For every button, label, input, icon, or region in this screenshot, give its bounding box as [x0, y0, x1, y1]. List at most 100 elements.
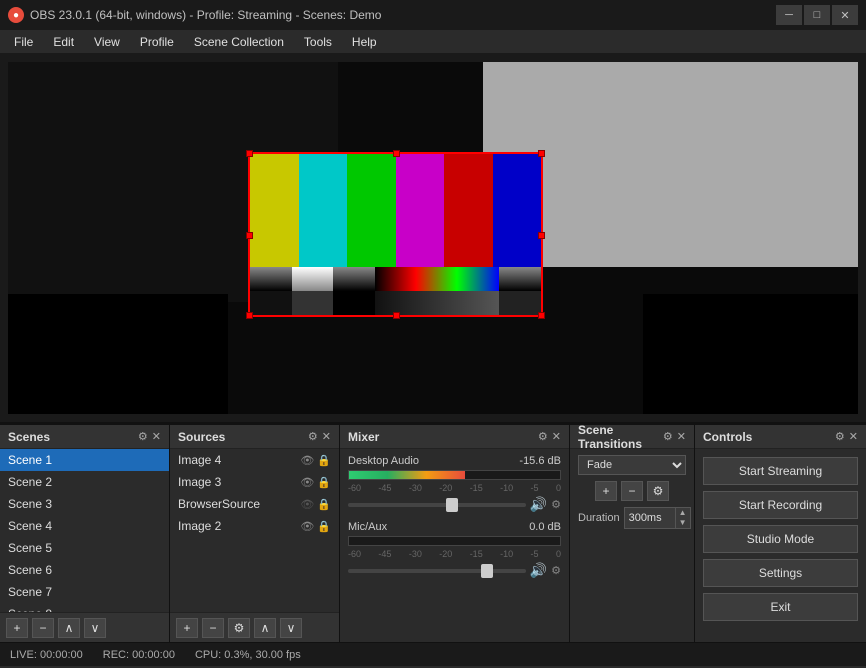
controls-panel: Controls ⚙ ✕ Start Streaming Start Recor…: [695, 425, 866, 642]
handle-tm[interactable]: [393, 150, 400, 157]
source-lock-icon-image4[interactable]: 🔒: [317, 454, 331, 467]
mixer-fader-desktop[interactable]: [348, 503, 526, 507]
mixer-mute-mic[interactable]: 🔊: [530, 562, 547, 579]
studio-mode-button[interactable]: Studio Mode: [703, 525, 858, 553]
duration-input[interactable]: [625, 511, 675, 525]
duration-up-button[interactable]: ▲: [676, 508, 690, 518]
menu-tools[interactable]: Tools: [294, 33, 342, 51]
source-label-image2: Image 2: [178, 519, 221, 533]
color-bars[interactable]: [248, 152, 543, 317]
mixer-fader-desktop-row: 🔊 ⚙: [348, 496, 561, 513]
handle-ml[interactable]: [246, 232, 253, 239]
source-lock-icon-browser[interactable]: 🔒: [317, 498, 331, 511]
maximize-button[interactable]: □: [804, 5, 830, 25]
mixer-fader-desktop-thumb[interactable]: [446, 498, 458, 512]
source-lock-icon-image3[interactable]: 🔒: [317, 476, 331, 489]
scenes-remove-button[interactable]: −: [32, 618, 54, 638]
duration-row: Duration ▲ ▼: [578, 507, 686, 529]
mixer-settings-desktop[interactable]: ⚙: [551, 498, 561, 511]
controls-panel-icons: ⚙ ✕: [835, 430, 858, 443]
scenes-down-button[interactable]: ∨: [84, 618, 106, 638]
menu-help[interactable]: Help: [342, 33, 387, 51]
mixer-panel: Mixer ⚙ ✕ Desktop Audio -15.6 dB -60 -45: [340, 425, 570, 642]
mixer-mute-desktop[interactable]: 🔊: [530, 496, 547, 513]
mixer-ticks-mic: -60 -45 -30 -20 -15 -10 -5 0: [348, 549, 561, 559]
source-item-browser[interactable]: BrowserSource 👁 🔒: [170, 493, 339, 515]
source-list: Image 4 👁 🔒 Image 3 👁 🔒 BrowserSource 👁 …: [170, 449, 339, 612]
exit-button[interactable]: Exit: [703, 593, 858, 621]
source-item-image4[interactable]: Image 4 👁 🔒: [170, 449, 339, 471]
menu-scene-collection[interactable]: Scene Collection: [184, 33, 294, 51]
scenes-close-icon[interactable]: ✕: [152, 430, 161, 443]
sources-add-button[interactable]: +: [176, 618, 198, 638]
source-item-image3[interactable]: Image 3 👁 🔒: [170, 471, 339, 493]
menu-edit[interactable]: Edit: [43, 33, 84, 51]
source-eye-icon-browser[interactable]: 👁: [300, 498, 314, 511]
sources-close-icon[interactable]: ✕: [322, 430, 331, 443]
close-button[interactable]: ✕: [832, 5, 858, 25]
transitions-close-icon[interactable]: ✕: [677, 430, 686, 443]
scene-list: Scene 1 Scene 2 Scene 3 Scene 4 Scene 5 …: [0, 449, 169, 612]
scene-item-4[interactable]: Scene 4: [0, 515, 169, 537]
minimize-button[interactable]: ─: [776, 5, 802, 25]
mixer-settings-mic[interactable]: ⚙: [551, 564, 561, 577]
scene-item-5[interactable]: Scene 5: [0, 537, 169, 559]
mixer-channel-mic: Mic/Aux 0.0 dB -60 -45 -30 -20 -15 -10 -…: [348, 521, 561, 579]
sources-panel-icons: ⚙ ✕: [308, 430, 331, 443]
sources-up-button[interactable]: ∧: [254, 618, 276, 638]
scenes-up-button[interactable]: ∧: [58, 618, 80, 638]
mixer-channel-mic-db: 0.0 dB: [529, 521, 561, 533]
handle-tr[interactable]: [538, 150, 545, 157]
handle-bl[interactable]: [246, 312, 253, 319]
transitions-settings-button[interactable]: ⚙: [647, 481, 669, 501]
sources-down-button[interactable]: ∨: [280, 618, 302, 638]
handle-br[interactable]: [538, 312, 545, 319]
layer-black-bottomleft: [8, 294, 228, 414]
source-lock-icon-image2[interactable]: 🔒: [317, 520, 331, 533]
mixer-panel-title: Mixer: [348, 430, 379, 444]
start-recording-button[interactable]: Start Recording: [703, 491, 858, 519]
mixer-close-icon[interactable]: ✕: [552, 430, 561, 443]
duration-down-button[interactable]: ▼: [676, 518, 690, 528]
source-eye-icon-image2[interactable]: 👁: [300, 520, 314, 533]
transitions-add-button[interactable]: +: [595, 481, 617, 501]
scene-item-6[interactable]: Scene 6: [0, 559, 169, 581]
source-eye-icon-image4[interactable]: 👁: [300, 454, 314, 467]
handle-tl[interactable]: [246, 150, 253, 157]
sources-config-icon[interactable]: ⚙: [308, 430, 318, 443]
source-eye-icon-image3[interactable]: 👁: [300, 476, 314, 489]
scenes-panel-icons: ⚙ ✕: [138, 430, 161, 443]
mixer-fader-mic-thumb[interactable]: [481, 564, 493, 578]
handle-mr[interactable]: [538, 232, 545, 239]
start-streaming-button[interactable]: Start Streaming: [703, 457, 858, 485]
mixer-panel-icons: ⚙ ✕: [538, 430, 561, 443]
transitions-config-icon[interactable]: ⚙: [663, 430, 673, 443]
scenes-config-icon[interactable]: ⚙: [138, 430, 148, 443]
scene-item-8[interactable]: Scene 8: [0, 603, 169, 612]
mixer-config-icon[interactable]: ⚙: [538, 430, 548, 443]
controls-panel-title: Controls: [703, 430, 752, 444]
mixer-channel-desktop: Desktop Audio -15.6 dB -60 -45 -30 -20 -…: [348, 455, 561, 513]
scene-item-3[interactable]: Scene 3: [0, 493, 169, 515]
transitions-remove-button[interactable]: −: [621, 481, 643, 501]
scene-item-7[interactable]: Scene 7: [0, 581, 169, 603]
controls-close-icon[interactable]: ✕: [849, 430, 858, 443]
handle-bm[interactable]: [393, 312, 400, 319]
scene-item-1[interactable]: Scene 1: [0, 449, 169, 471]
controls-config-icon[interactable]: ⚙: [835, 430, 845, 443]
sources-remove-button[interactable]: −: [202, 618, 224, 638]
title-bar-text: OBS 23.0.1 (64-bit, windows) - Profile: …: [30, 8, 381, 22]
sources-settings-button[interactable]: ⚙: [228, 618, 250, 638]
cb-red: [444, 154, 493, 267]
controls-panel-header: Controls ⚙ ✕: [695, 425, 866, 449]
transitions-type-select[interactable]: Fade Cut Swipe Slide: [578, 455, 686, 475]
settings-button[interactable]: Settings: [703, 559, 858, 587]
source-item-image2[interactable]: Image 2 👁 🔒: [170, 515, 339, 537]
menu-view[interactable]: View: [84, 33, 130, 51]
mixer-fader-mic[interactable]: [348, 569, 526, 573]
menu-file[interactable]: File: [4, 33, 43, 51]
scene-item-2[interactable]: Scene 2: [0, 471, 169, 493]
scenes-add-button[interactable]: +: [6, 618, 28, 638]
sources-panel: Sources ⚙ ✕ Image 4 👁 🔒 Image 3 👁 🔒: [170, 425, 340, 642]
menu-profile[interactable]: Profile: [130, 33, 184, 51]
